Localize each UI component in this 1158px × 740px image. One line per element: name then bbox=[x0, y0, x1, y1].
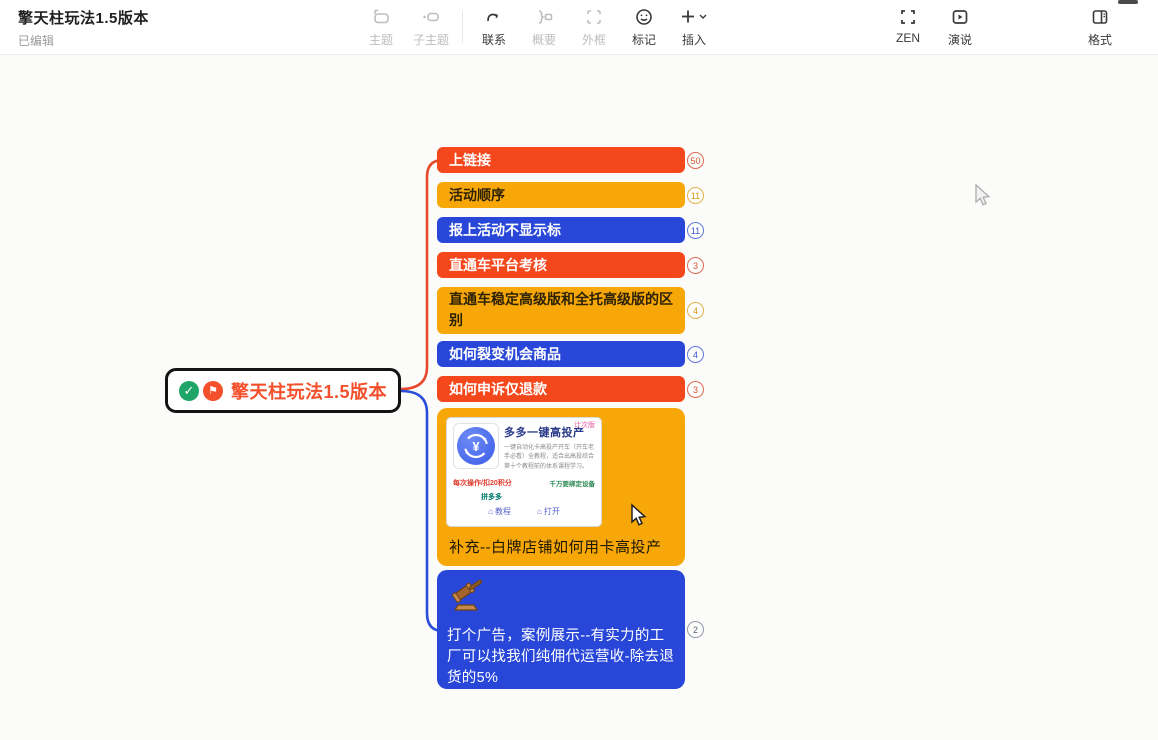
summary-icon bbox=[534, 5, 554, 29]
app-platform: 拼多多 bbox=[481, 492, 595, 502]
ghost-cursor bbox=[972, 183, 994, 209]
marker-button[interactable]: 标记 bbox=[619, 5, 669, 48]
presentation-icon bbox=[950, 5, 970, 29]
insert-button[interactable]: 插入 bbox=[669, 5, 719, 48]
toolbar-divider bbox=[462, 11, 463, 43]
branch-badge-6[interactable]: 4 bbox=[687, 346, 704, 363]
save-status: 已编辑 bbox=[18, 32, 149, 49]
home-icon: ⌂ bbox=[537, 507, 542, 516]
insert-icon bbox=[679, 5, 709, 29]
presentation-label: 演说 bbox=[948, 31, 972, 48]
yuan-symbol: ¥ bbox=[472, 439, 480, 454]
app-icon-frame: ¥ bbox=[453, 423, 499, 469]
image-branch-node[interactable]: ¥ 多多一键高投产 计次版 一键自动化卡高投产开车（开车老手必看）全教程，适合出… bbox=[437, 408, 685, 566]
branch-node-2[interactable]: 活动顺序 bbox=[437, 182, 685, 208]
ad-branch-node[interactable]: 打个广告，案例展示--有实力的工厂可以找我们纯佣代运营收-除去退货的5% bbox=[437, 570, 685, 689]
subtopic-icon bbox=[421, 5, 441, 29]
branch-badge-1[interactable]: 50 bbox=[687, 152, 704, 169]
app-price-note: 每次操作/扣20积分 bbox=[453, 478, 512, 488]
document-title: 擎天柱玩法1.5版本 bbox=[18, 7, 149, 28]
embedded-app-screenshot: ¥ 多多一键高投产 计次版 一键自动化卡高投产开车（开车老手必看）全教程，适合出… bbox=[446, 417, 602, 527]
branch-badge-2[interactable]: 11 bbox=[687, 187, 704, 204]
branch-node-6[interactable]: 如何裂变机会商品 bbox=[437, 341, 685, 367]
relationship-icon bbox=[484, 5, 504, 29]
ad-node-badge[interactable]: 2 bbox=[687, 621, 704, 638]
boundary-label: 外框 bbox=[582, 31, 606, 48]
relationship-button[interactable]: 联系 bbox=[469, 5, 519, 48]
zen-icon bbox=[898, 5, 918, 29]
branch-node-7[interactable]: 如何申诉仅退款 bbox=[437, 376, 685, 402]
insert-label: 插入 bbox=[682, 31, 706, 48]
app-description: 一键自动化卡高投产开车（开车老手必看）全教程，适合出高投综合第十个教程前的体系课… bbox=[504, 444, 595, 472]
app-version-tag: 计次版 bbox=[574, 420, 595, 430]
presentation-button[interactable]: 演说 bbox=[934, 5, 986, 48]
branch-label: 如何裂变机会商品 bbox=[449, 346, 561, 362]
branch-badge-3[interactable]: 11 bbox=[687, 222, 704, 239]
document-info: 擎天柱玩法1.5版本 已编辑 bbox=[18, 7, 149, 49]
branch-label: 直通车平台考核 bbox=[449, 257, 547, 273]
summary-label: 概要 bbox=[532, 31, 556, 48]
marker-label: 标记 bbox=[632, 31, 656, 48]
open-button: ⌂打开 bbox=[537, 506, 560, 517]
branch-node-3[interactable]: 报上活动不显示标 bbox=[437, 217, 685, 243]
boundary-button[interactable]: 外框 bbox=[569, 5, 619, 48]
topic-button[interactable]: 主题 bbox=[356, 5, 406, 48]
tutorial-button: ⌂教程 bbox=[488, 506, 511, 517]
app-title: 多多一键高投产 bbox=[504, 427, 585, 439]
home-icon: ⌂ bbox=[488, 507, 493, 516]
branch-node-5[interactable]: 直通车稳定高级版和全托高级版的区别 bbox=[437, 287, 685, 334]
topic-icon bbox=[371, 5, 391, 29]
marker-icon bbox=[634, 5, 654, 29]
gavel-icon bbox=[447, 579, 489, 615]
branch-label: 直通车稳定高级版和全托高级版的区别 bbox=[449, 291, 673, 328]
titlebar-dark-strip bbox=[1118, 0, 1138, 4]
ad-node-text: 打个广告，案例展示--有实力的工厂可以找我们纯佣代运营收-除去退货的5% bbox=[447, 626, 675, 689]
format-icon bbox=[1090, 5, 1110, 29]
titlebar: 擎天柱玩法1.5版本 已编辑 主题 子主题 bbox=[0, 0, 1158, 55]
boundary-icon bbox=[584, 5, 604, 29]
central-topic[interactable]: ✓ ⚑ 擎天柱玩法1.5版本 bbox=[165, 368, 401, 413]
branch-label: 活动顺序 bbox=[449, 187, 505, 203]
summary-button[interactable]: 概要 bbox=[519, 5, 569, 48]
branch-label: 上链接 bbox=[449, 152, 491, 168]
format-button[interactable]: 格式 bbox=[1074, 5, 1126, 48]
task-done-icon[interactable]: ✓ bbox=[179, 381, 199, 401]
branch-label: 报上活动不显示标 bbox=[449, 222, 561, 238]
main-toolbar: 主题 子主题 联系 bbox=[356, 5, 719, 48]
branch-badge-7[interactable]: 3 bbox=[687, 381, 704, 398]
branch-badge-4[interactable]: 3 bbox=[687, 257, 704, 274]
branch-node-4[interactable]: 直通车平台考核 bbox=[437, 252, 685, 278]
zen-label: ZEN bbox=[896, 31, 920, 45]
right-toolbar: ZEN 演说 格式 bbox=[882, 5, 1126, 48]
image-node-caption: 补充--白牌店铺如何用卡高投产 bbox=[446, 536, 676, 557]
central-topic-label: 擎天柱玩法1.5版本 bbox=[231, 378, 387, 404]
branch-label: 如何申诉仅退款 bbox=[449, 381, 547, 397]
branch-badge-5[interactable]: 4 bbox=[687, 302, 704, 319]
app-bind-note: 千万要绑定设备 bbox=[550, 478, 596, 488]
subtopic-label: 子主题 bbox=[413, 31, 449, 48]
format-label: 格式 bbox=[1088, 31, 1112, 48]
flag-icon[interactable]: ⚑ bbox=[203, 381, 223, 401]
zen-button[interactable]: ZEN bbox=[882, 5, 934, 48]
mindmap-canvas[interactable]: ✓ ⚑ 擎天柱玩法1.5版本 上链接 50 活动顺序 11 报上活动不显示标 1… bbox=[0, 55, 1158, 740]
branch-node-1[interactable]: 上链接 bbox=[437, 147, 685, 173]
topic-label: 主题 bbox=[369, 31, 393, 48]
app-icon: ¥ bbox=[457, 427, 495, 465]
relationship-label: 联系 bbox=[482, 31, 506, 48]
subtopic-button[interactable]: 子主题 bbox=[406, 5, 456, 48]
